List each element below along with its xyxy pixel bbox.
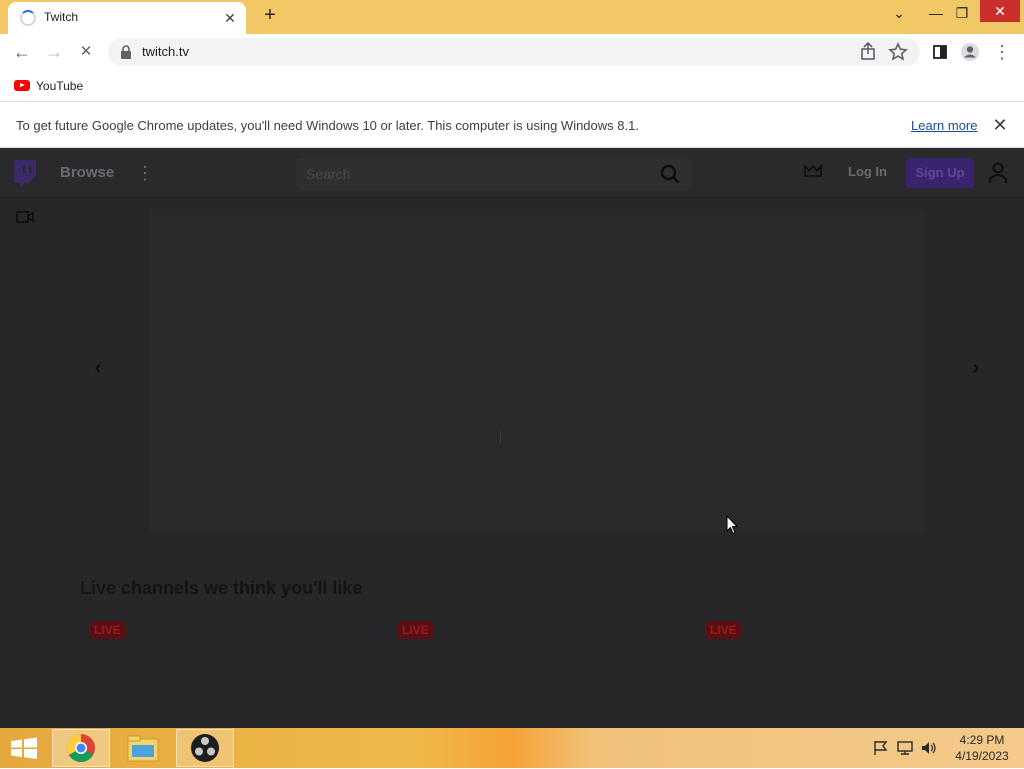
learn-more-link[interactable]: Learn more	[911, 118, 977, 133]
user-icon[interactable]	[988, 162, 1008, 184]
sign-up-button[interactable]: Sign Up	[906, 158, 974, 188]
file-explorer-icon	[127, 735, 159, 762]
bookmark-youtube[interactable]: YouTube	[14, 77, 83, 95]
windows-taskbar: 4:29 PM 4/19/2023	[0, 728, 1024, 768]
browse-link[interactable]: Browse	[60, 164, 114, 181]
bookmark-star-icon[interactable]	[886, 40, 910, 64]
tab-twitch[interactable]: Twitch ✕	[8, 2, 246, 34]
search-icon[interactable]	[660, 164, 680, 184]
volume-icon[interactable]	[920, 740, 938, 756]
new-tab-button[interactable]: +	[258, 4, 282, 28]
carousel-prev-button[interactable]: ‹	[90, 356, 106, 380]
search-placeholder: Search	[306, 166, 351, 182]
section-heading: Live channels we think you'll like	[80, 578, 363, 598]
live-badge: LIVE	[706, 621, 741, 639]
obs-icon	[191, 734, 219, 762]
crown-icon[interactable]	[804, 164, 822, 178]
system-clock[interactable]: 4:29 PM 4/19/2023	[952, 732, 1012, 764]
chrome-menu-button[interactable]: ⋮	[988, 38, 1016, 66]
twitch-top-nav: Browse ⋮ Search Log In Sign Up	[0, 148, 1024, 198]
tab-strip: Twitch ✕ + ⌄ — ❐ ✕	[0, 0, 1024, 34]
loading-spinner-icon	[20, 10, 36, 26]
followed-channels-icon[interactable]	[16, 210, 34, 224]
twitch-logo-icon[interactable]	[12, 160, 38, 188]
more-options-icon[interactable]: ⋮	[136, 162, 154, 184]
chrome-icon	[67, 734, 95, 762]
forward-button[interactable]: →	[40, 38, 68, 66]
carousel-loading-indicator	[500, 431, 506, 445]
side-panel-icon[interactable]	[926, 38, 954, 66]
twitch-page: Browse ⋮ Search Log In Sign Up ‹ › Live …	[0, 148, 1024, 728]
bookmarks-bar: YouTube	[0, 70, 1024, 102]
lock-icon[interactable]	[120, 45, 132, 59]
windows-start-icon[interactable]	[0, 728, 48, 768]
carousel-next-button[interactable]: ›	[968, 356, 984, 380]
infobar-close-button[interactable]: ✕	[990, 115, 1010, 135]
clock-time: 4:29 PM	[959, 733, 1005, 747]
taskbar-chrome[interactable]	[52, 729, 110, 767]
taskbar-obs[interactable]	[176, 729, 234, 767]
share-icon[interactable]	[856, 40, 880, 64]
mouse-cursor-icon	[726, 515, 738, 535]
taskbar-file-explorer[interactable]	[114, 729, 172, 767]
bookmark-label: YouTube	[36, 78, 84, 93]
log-in-button[interactable]: Log In	[848, 164, 887, 179]
profile-avatar[interactable]	[956, 38, 984, 66]
live-badge: LIVE	[398, 621, 433, 639]
network-icon[interactable]	[896, 740, 914, 756]
search-input[interactable]: Search	[296, 158, 692, 190]
infobar-message: To get future Google Chrome updates, you…	[16, 118, 639, 133]
url-text[interactable]: twitch.tv	[142, 44, 189, 59]
tab-title: Twitch	[44, 10, 79, 24]
flag-icon[interactable]	[872, 740, 890, 756]
back-button[interactable]: ←	[8, 38, 36, 66]
address-bar[interactable]: twitch.tv	[108, 38, 920, 66]
featured-carousel[interactable]	[150, 210, 924, 532]
window-close-button[interactable]: ✕	[980, 0, 1020, 22]
youtube-icon	[14, 80, 30, 92]
browser-toolbar: ← → ✕ twitch.tv ⋮	[0, 34, 1024, 70]
stop-loading-button[interactable]: ✕	[72, 38, 100, 66]
restore-button[interactable]: ❐	[945, 0, 979, 30]
update-infobar: To get future Google Chrome updates, you…	[0, 103, 1024, 148]
live-badge: LIVE	[90, 621, 125, 639]
clock-date: 4/19/2023	[955, 749, 1009, 763]
tab-search-button[interactable]: ⌄	[882, 0, 916, 30]
tab-close-button[interactable]: ✕	[220, 8, 240, 28]
